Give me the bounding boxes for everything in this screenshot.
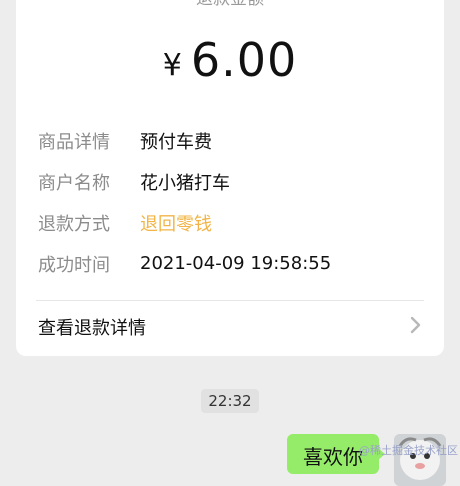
refund-amount-value: 6.00 bbox=[190, 33, 298, 87]
detail-row-refund-method: 退款方式 退回零钱 bbox=[38, 202, 422, 243]
refund-amount: ¥6.00 bbox=[16, 32, 444, 88]
card-divider bbox=[36, 300, 424, 301]
chat-timestamp: 22:32 bbox=[201, 389, 259, 413]
detail-value: 退回零钱 bbox=[140, 213, 212, 235]
watermark: @稀土掘金技术社区 bbox=[359, 444, 458, 457]
refund-card: 退款金额 ¥6.00 商品详情 预付车费 商户名称 花小猪打车 退款方式 退回零… bbox=[16, 0, 444, 356]
detail-key: 商品详情 bbox=[38, 131, 110, 153]
refund-amount-label: 退款金额 bbox=[16, 0, 444, 10]
chevron-right-icon bbox=[410, 315, 428, 339]
detail-value: 预付车费 bbox=[140, 131, 212, 153]
detail-key: 退款方式 bbox=[38, 213, 110, 235]
detail-key: 成功时间 bbox=[38, 254, 110, 276]
detail-value: 花小猪打车 bbox=[140, 172, 230, 194]
detail-key: 商户名称 bbox=[38, 172, 110, 194]
refund-details-list: 商品详情 预付车费 商户名称 花小猪打车 退款方式 退回零钱 成功时间 2021… bbox=[38, 120, 422, 284]
view-refund-details-link[interactable]: 查看退款详情 bbox=[38, 306, 428, 348]
detail-row-success-time: 成功时间 2021-04-09 19:58:55 bbox=[38, 243, 422, 284]
currency-symbol: ¥ bbox=[162, 48, 183, 83]
detail-row-merchant: 商户名称 花小猪打车 bbox=[38, 161, 422, 202]
detail-value: 2021-04-09 19:58:55 bbox=[140, 253, 332, 274]
detail-row-product: 商品详情 预付车费 bbox=[38, 120, 422, 161]
view-refund-details-label: 查看退款详情 bbox=[38, 318, 146, 339]
